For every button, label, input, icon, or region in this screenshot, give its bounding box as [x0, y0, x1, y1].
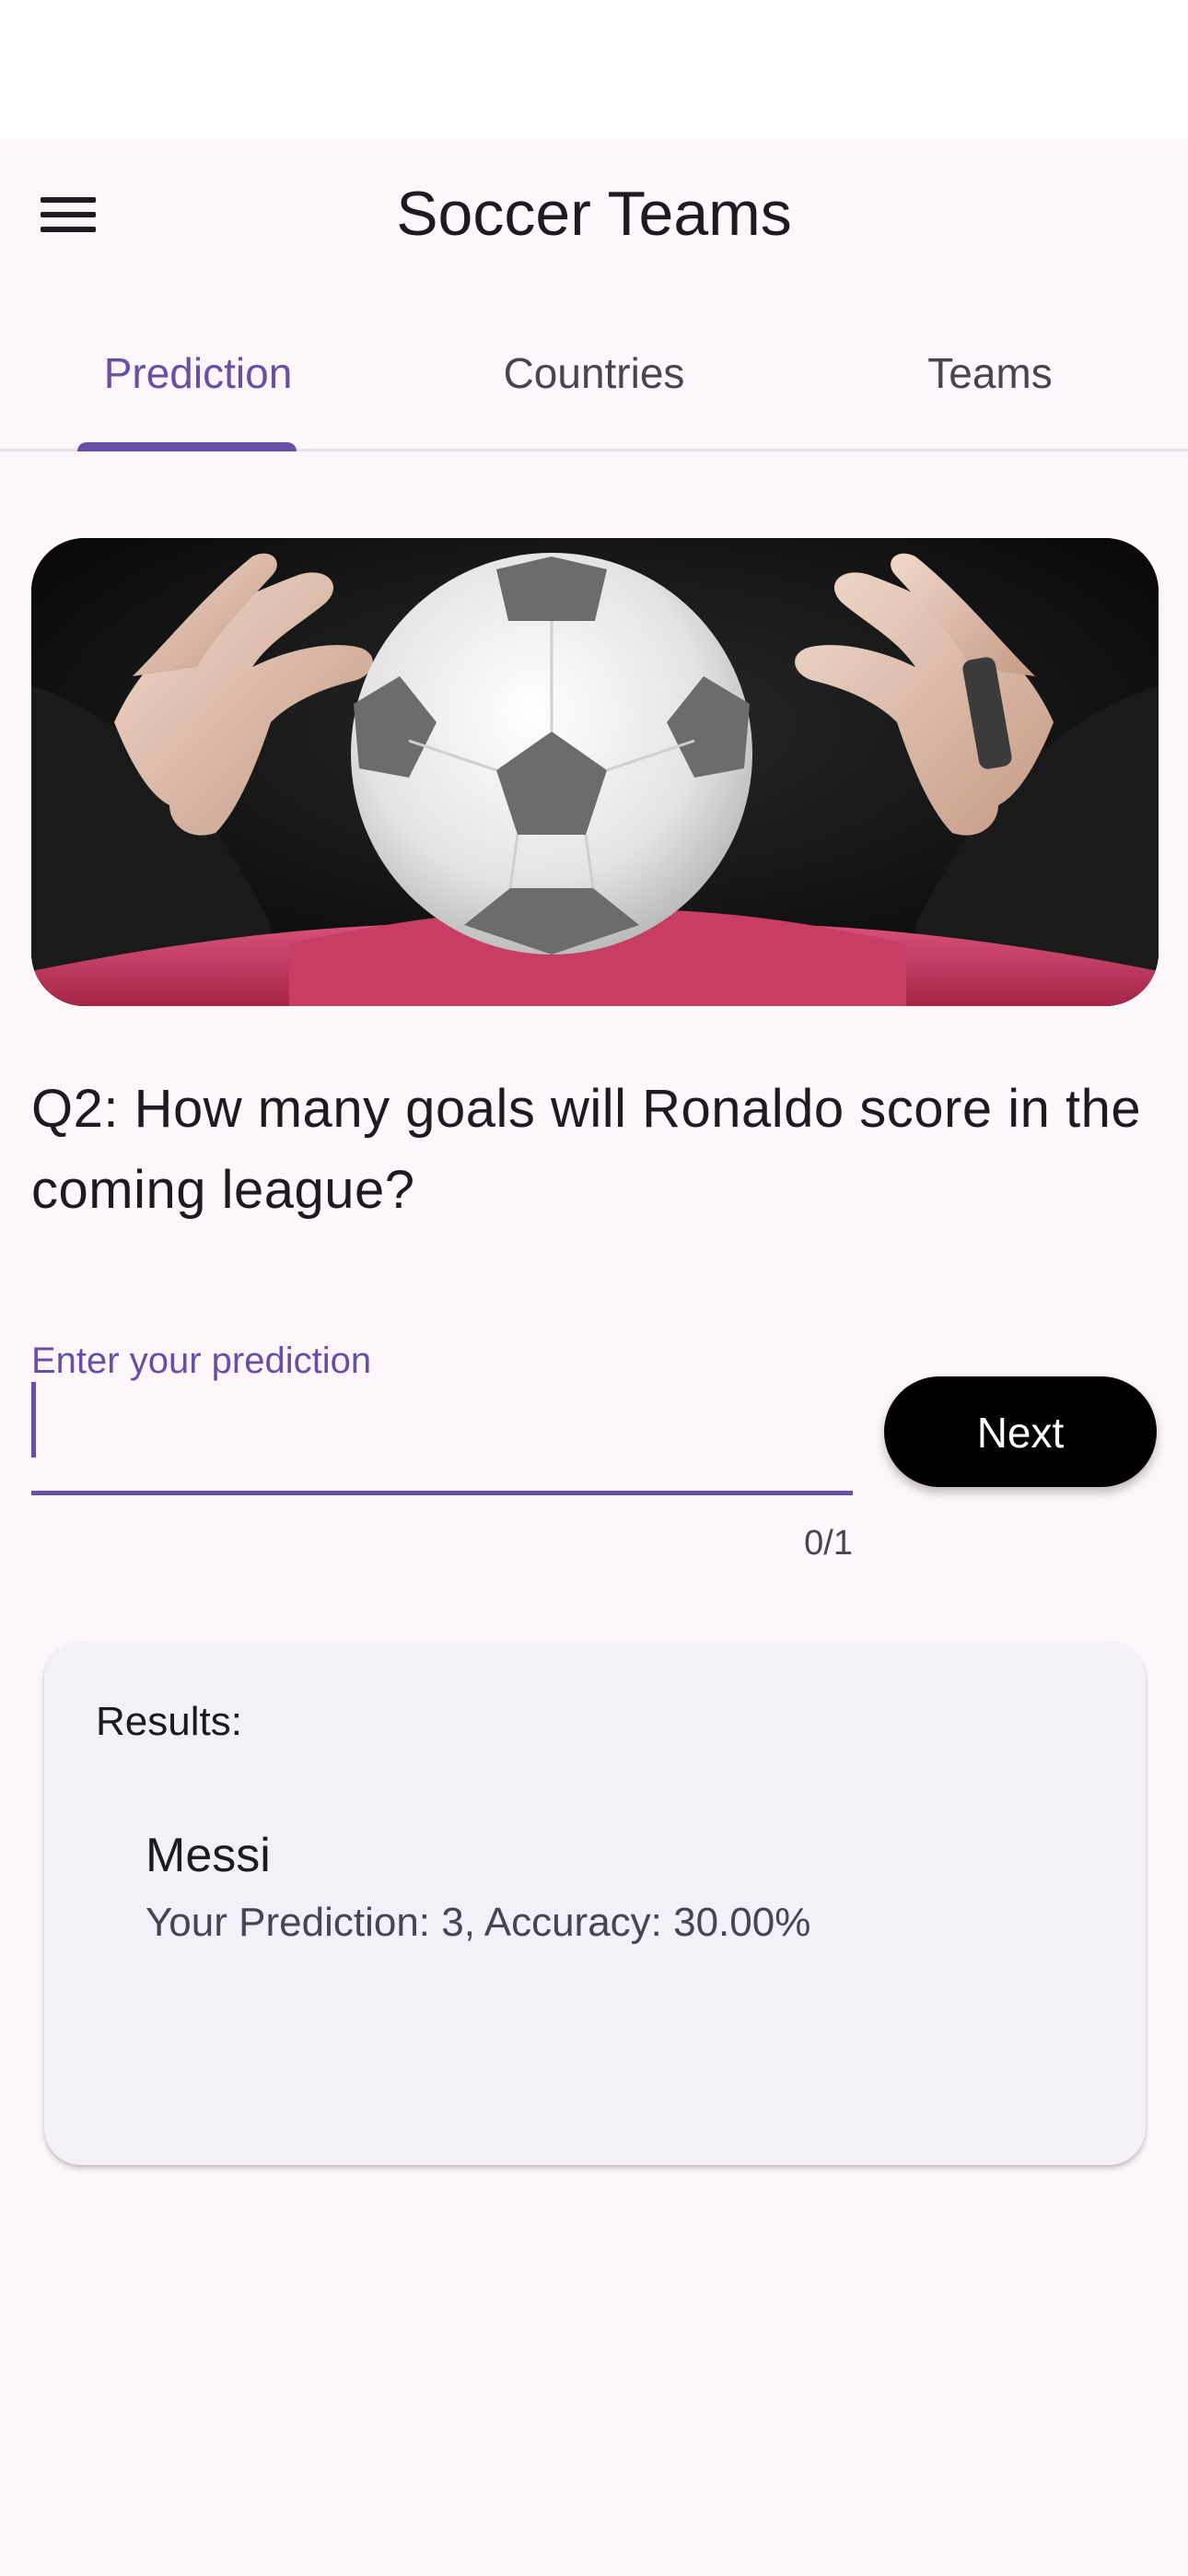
results-title: Results:: [96, 1699, 242, 1744]
crystal-ball-soccer-image: [31, 538, 1159, 1006]
tab-indicator: [77, 442, 297, 451]
tab-prediction[interactable]: Prediction: [0, 327, 396, 451]
status-bar: [0, 0, 1188, 138]
tab-countries[interactable]: Countries: [396, 327, 792, 449]
next-button[interactable]: Next: [884, 1376, 1157, 1487]
tab-label: Prediction: [103, 349, 293, 397]
tab-label: Countries: [503, 349, 685, 397]
list-item: Messi Your Prediction: 3, Accuracy: 30.0…: [146, 1826, 1103, 1948]
result-name: Messi: [146, 1829, 271, 1882]
question-text: Q2: How many goals will Ronaldo score in…: [31, 1079, 1142, 1220]
prediction-field-label: Enter your prediction: [31, 1341, 372, 1381]
tab-bar: Prediction Countries Teams: [0, 327, 1188, 451]
character-counter: 0/1: [804, 1524, 853, 1563]
page-title: Soccer Teams: [396, 179, 792, 249]
hero-image: [31, 538, 1159, 1006]
prediction-input[interactable]: [31, 1382, 853, 1495]
text-cursor: [31, 1382, 36, 1458]
tab-label: Teams: [927, 349, 1053, 397]
tab-teams[interactable]: Teams: [792, 327, 1188, 449]
results-card: Results: Messi Your Prediction: 3, Accur…: [44, 1642, 1146, 2165]
result-detail: Your Prediction: 3, Accuracy: 30.00%: [146, 1900, 811, 1945]
app-bar: Soccer Teams: [0, 138, 1188, 290]
